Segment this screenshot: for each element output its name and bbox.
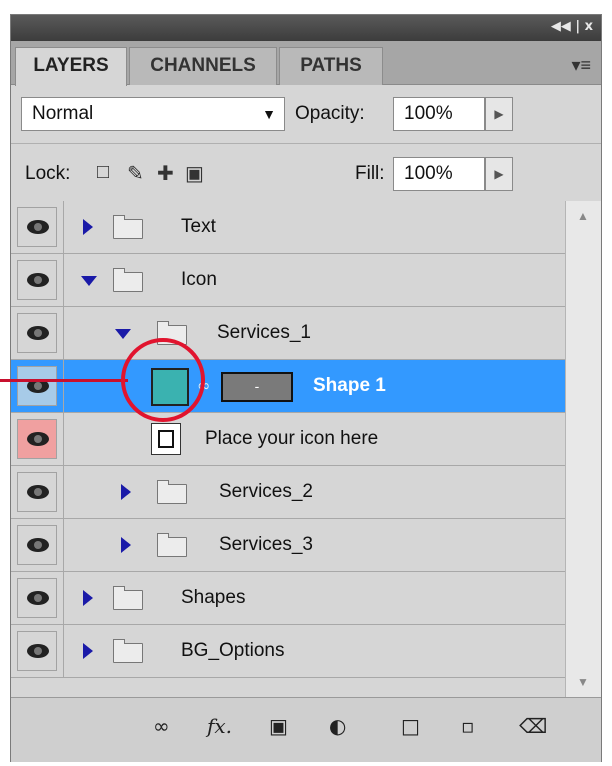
lock-transparent-icon[interactable]: □: [97, 161, 109, 184]
divider: [63, 413, 64, 466]
fill-slider-button[interactable]: ▶: [485, 157, 513, 191]
layer-list-scrollbar[interactable]: ▲ ▼: [565, 201, 601, 697]
layer-name: Place your icon here: [205, 428, 379, 449]
add-mask-icon[interactable]: ▣: [269, 714, 288, 738]
divider: [11, 143, 601, 144]
layer-name: Icon: [181, 269, 217, 290]
collapse-arrow-icon[interactable]: [115, 329, 131, 339]
blend-mode-select[interactable]: Normal ▼: [21, 97, 285, 131]
divider: [63, 466, 64, 519]
layer-row[interactable]: Services_2: [11, 466, 565, 519]
panel-window-controls[interactable]: ◀◀ | x: [551, 19, 593, 34]
layer-name: BG_Options: [181, 640, 285, 661]
layer-name: Shape 1: [313, 375, 386, 396]
folder-icon: [113, 268, 143, 292]
trash-icon[interactable]: ⌫: [519, 714, 547, 738]
layers-bottom-toolbar: ∞ fx. ▣ ◐ □ ▫ ⌫: [11, 697, 601, 762]
fill-input[interactable]: 100%: [393, 157, 485, 191]
fill-label: Fill:: [355, 163, 385, 184]
vector-mask-thumbnail[interactable]: -: [221, 372, 293, 402]
divider: [63, 254, 64, 307]
tab-paths[interactable]: PATHS: [279, 47, 383, 85]
layer-list: Text Icon Services_1 ∞ - Shape 1 Place y…: [11, 201, 565, 695]
visibility-eye-icon[interactable]: [17, 419, 57, 459]
divider: [63, 360, 64, 413]
layer-row[interactable]: Shapes: [11, 572, 565, 625]
layer-name: Text: [181, 216, 216, 237]
divider: [63, 625, 64, 678]
layer-row[interactable]: Place your icon here: [11, 413, 565, 466]
visibility-eye-icon[interactable]: [17, 631, 57, 671]
new-layer-icon[interactable]: ▫: [461, 714, 475, 738]
layer-row-selected[interactable]: ∞ - Shape 1: [11, 360, 565, 413]
layers-panel: ◀◀ | x LAYERS CHANNELS PATHS ▾≡ Normal ▼…: [10, 14, 602, 762]
expand-arrow-icon[interactable]: [83, 590, 93, 606]
divider: [63, 519, 64, 572]
panel-menu-icon[interactable]: ▾≡: [571, 55, 591, 76]
smart-object-icon: [151, 423, 181, 455]
expand-arrow-icon[interactable]: [121, 537, 131, 553]
lock-image-icon[interactable]: ✎: [127, 161, 144, 186]
adjustment-layer-icon[interactable]: ◐: [329, 714, 346, 738]
visibility-eye-icon[interactable]: [17, 472, 57, 512]
tab-layers[interactable]: LAYERS: [15, 47, 127, 86]
opacity-input[interactable]: 100%: [393, 97, 485, 131]
new-group-icon[interactable]: □: [401, 714, 420, 738]
visibility-eye-icon[interactable]: [17, 578, 57, 618]
visibility-eye-icon[interactable]: [17, 207, 57, 247]
visibility-eye-icon[interactable]: [17, 260, 57, 300]
expand-arrow-icon[interactable]: [83, 643, 93, 659]
divider: [63, 307, 64, 360]
visibility-eye-icon[interactable]: [17, 313, 57, 353]
folder-icon: [113, 586, 143, 610]
lock-all-icon[interactable]: ▣: [185, 161, 204, 186]
lock-row: Lock: □ ✎ ✚ ▣ Fill: 100% ▶: [11, 145, 601, 202]
link-icon[interactable]: ∞: [153, 714, 170, 738]
layer-row[interactable]: Services_1: [11, 307, 565, 360]
scroll-up-icon[interactable]: ▲: [577, 209, 589, 223]
collapse-arrow-icon[interactable]: [81, 276, 97, 286]
folder-icon: [157, 480, 187, 504]
tab-channels[interactable]: CHANNELS: [129, 47, 277, 85]
layer-row[interactable]: Icon: [11, 254, 565, 307]
layer-row[interactable]: Text: [11, 201, 565, 254]
chevron-down-icon: ▼: [262, 106, 276, 122]
panel-tabs: LAYERS CHANNELS PATHS ▾≡: [11, 41, 601, 86]
folder-icon: [113, 639, 143, 663]
folder-icon: [157, 533, 187, 557]
divider: [63, 572, 64, 625]
blend-row: Normal ▼ Opacity: 100% ▶: [11, 87, 601, 143]
callout-line: [0, 379, 128, 382]
visibility-eye-icon[interactable]: [17, 525, 57, 565]
layer-name: Services_1: [217, 322, 311, 343]
lock-position-icon[interactable]: ✚: [157, 161, 174, 186]
callout-circle: [121, 338, 205, 422]
visibility-eye-icon[interactable]: [17, 366, 57, 406]
layer-name: Services_3: [219, 534, 313, 555]
layer-row[interactable]: Services_3: [11, 519, 565, 572]
layer-name: Shapes: [181, 587, 246, 608]
panel-titlebar: ◀◀ | x: [11, 15, 601, 41]
opacity-slider-button[interactable]: ▶: [485, 97, 513, 131]
scroll-down-icon[interactable]: ▼: [577, 675, 589, 689]
expand-arrow-icon[interactable]: [121, 484, 131, 500]
fx-icon[interactable]: fx.: [207, 714, 232, 738]
opacity-label: Opacity:: [295, 103, 365, 124]
layer-name: Services_2: [219, 481, 313, 502]
folder-icon: [113, 215, 143, 239]
divider: [63, 201, 64, 254]
lock-label: Lock:: [25, 163, 71, 184]
expand-arrow-icon[interactable]: [83, 219, 93, 235]
layer-row[interactable]: BG_Options: [11, 625, 565, 678]
blend-mode-value: Normal: [32, 103, 94, 124]
